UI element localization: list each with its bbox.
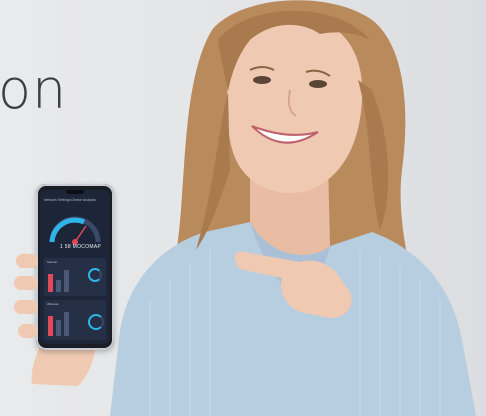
photo-scene: on Network Settings Device Analysis 1 58… [0, 0, 486, 416]
left-eye [253, 76, 271, 84]
right-eye [309, 80, 327, 88]
stat-ring [88, 314, 104, 330]
phone-notch [66, 190, 84, 194]
stat-ring [88, 268, 102, 282]
fingers-overlay [14, 254, 38, 338]
